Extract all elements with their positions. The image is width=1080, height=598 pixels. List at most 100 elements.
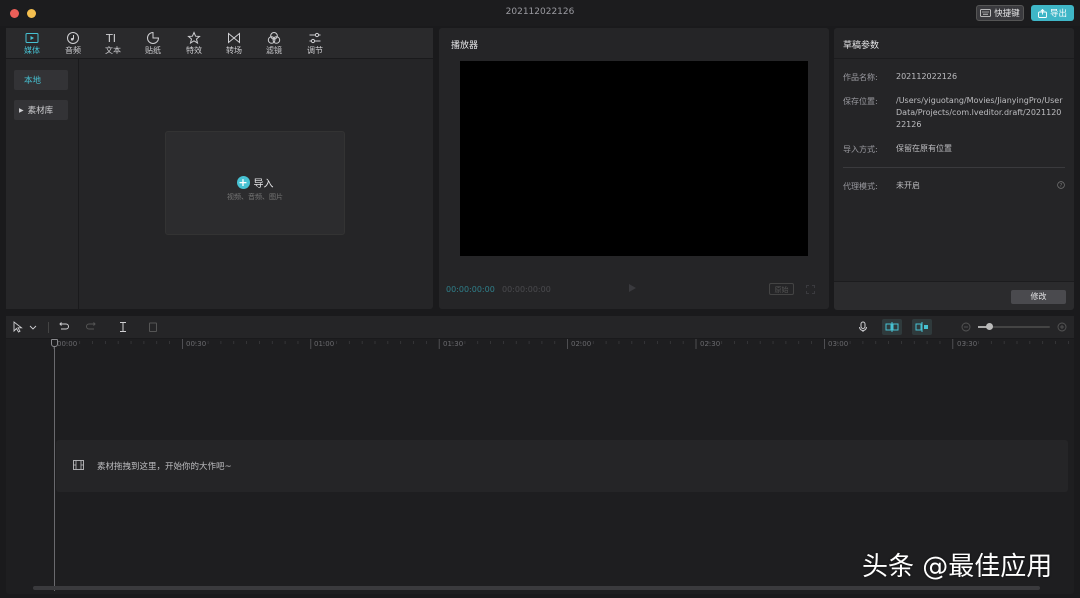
tab-transition-label: 转场 xyxy=(226,46,242,55)
import-title: + 导入 xyxy=(166,175,344,190)
fullscreen-icon[interactable] xyxy=(806,285,815,294)
media-icon xyxy=(25,33,39,43)
zoom-in-icon[interactable] xyxy=(1056,321,1068,333)
magnet-snap-button[interactable] xyxy=(882,319,902,335)
export-icon xyxy=(1038,8,1047,18)
original-ratio-button[interactable]: 原始 xyxy=(769,283,794,295)
split-icon[interactable] xyxy=(117,321,129,333)
play-icon[interactable] xyxy=(627,283,637,293)
tab-filter[interactable]: 滤镜 xyxy=(256,31,292,56)
watermark: 头条 @最佳应用 xyxy=(862,552,1053,582)
zoom-slider-handle[interactable] xyxy=(986,323,993,330)
save-location-line: Data/Projects/com.lveditor.draft/2021120 xyxy=(896,108,1062,117)
tick-label: 02:30 xyxy=(700,340,721,348)
total-time: 00:00:00:00 xyxy=(502,285,551,294)
draft-title: 草稿参数 xyxy=(843,41,880,51)
modify-button[interactable]: 修改 xyxy=(1011,290,1066,304)
import-subtitle: 视频、音频、图片 xyxy=(227,193,283,201)
film-icon xyxy=(73,460,84,470)
plus-icon: + xyxy=(236,176,250,189)
save-location-line: 22126 xyxy=(896,120,922,129)
delete-icon[interactable] xyxy=(147,321,159,333)
sidebar-item-local[interactable]: 本地 xyxy=(14,70,68,90)
tab-adjust-label: 调节 xyxy=(307,46,323,55)
tick-label: 03:30 xyxy=(957,340,978,348)
help-icon[interactable]: ? xyxy=(1057,181,1065,189)
name-value: 202112022126 xyxy=(896,72,958,81)
export-label: 导出 xyxy=(1049,9,1067,19)
playhead-handle[interactable] xyxy=(51,339,58,347)
save-location-value: /Users/yiguotang/Movies/JianyingPro/User… xyxy=(896,95,1063,131)
name-label: 作品名称: xyxy=(843,73,878,82)
drop-hint-text: 素材拖拽到这里，开始你的大作吧~ xyxy=(97,462,232,472)
playhead-line[interactable] xyxy=(54,341,55,591)
export-button[interactable]: 导出 xyxy=(1031,5,1074,21)
proxy-mode-label: 代理模式: xyxy=(843,182,878,191)
tick-label: 00:00 xyxy=(57,340,78,348)
filter-icon xyxy=(267,32,281,44)
current-time: 00:00:00:00 xyxy=(446,285,495,294)
proxy-mode-value: 未开启 xyxy=(896,181,920,190)
tick-label: 01:00 xyxy=(314,340,335,348)
divider xyxy=(843,167,1065,168)
text-icon: TI xyxy=(105,32,116,45)
undo-icon[interactable] xyxy=(57,321,69,333)
shortcut-label: 快捷键 xyxy=(994,9,1020,19)
tab-transition[interactable]: 转场 xyxy=(216,31,252,56)
tab-text[interactable]: TI 文本 xyxy=(95,31,131,56)
svg-text:TI: TI xyxy=(105,32,116,45)
window-title: 202112022126 xyxy=(505,7,575,17)
timeline-toolbar xyxy=(6,316,1074,339)
media-panel: 媒体 音频 TI 文本 贴纸 特效 转场 滤镜 调节 本地 ▶ 素材库 + 导入… xyxy=(6,28,433,309)
link-icon xyxy=(915,322,928,332)
timeline-drop-zone[interactable]: 素材拖拽到这里，开始你的大作吧~ xyxy=(56,440,1068,492)
tab-sticker[interactable]: 贴纸 xyxy=(135,31,171,56)
import-mode-label: 导入方式: xyxy=(843,145,878,154)
snap-icon xyxy=(885,322,899,332)
player-panel: 播放器 00:00:00:00 00:00:00:00 原始 xyxy=(439,28,829,309)
draft-footer: 修改 xyxy=(834,281,1074,310)
divider xyxy=(834,58,1074,59)
tab-media-label: 媒体 xyxy=(24,46,40,55)
adjust-icon xyxy=(309,32,321,44)
tab-adjust[interactable]: 调节 xyxy=(297,31,333,56)
tab-media[interactable]: 媒体 xyxy=(14,31,50,56)
tab-effects[interactable]: 特效 xyxy=(176,31,212,56)
tab-filter-label: 滤镜 xyxy=(266,46,282,55)
sticker-icon xyxy=(147,31,160,44)
keyboard-icon xyxy=(980,9,992,17)
tab-sticker-label: 贴纸 xyxy=(145,46,161,55)
import-label: 导入 xyxy=(253,179,274,190)
tab-audio-label: 音频 xyxy=(65,46,81,55)
draft-params-panel: 草稿参数 作品名称: 202112022126 保存位置: /Users/yig… xyxy=(834,28,1074,310)
player-viewport[interactable] xyxy=(460,61,808,256)
save-location-label: 保存位置: xyxy=(843,97,878,106)
tick-label: 01:30 xyxy=(443,340,464,348)
title-bar: 202112022126 快捷键 导出 xyxy=(0,0,1080,26)
svg-text:?: ? xyxy=(1060,183,1063,189)
linkage-button[interactable] xyxy=(912,319,932,335)
microphone-icon[interactable] xyxy=(857,321,869,333)
media-sidebar: 本地 ▶ 素材库 xyxy=(6,59,79,309)
timeline-ruler[interactable]: 00:00 00:30 01:00 01:30 02:00 02:30 03:0… xyxy=(6,339,1074,351)
import-mode-value: 保留在原有位置 xyxy=(896,144,952,153)
tab-audio[interactable]: 音频 xyxy=(55,31,91,56)
sidebar-item-library[interactable]: ▶ 素材库 xyxy=(14,100,68,120)
redo-icon[interactable] xyxy=(86,321,98,333)
tick-label: 03:00 xyxy=(828,340,849,348)
shortcut-button[interactable]: 快捷键 xyxy=(976,5,1024,21)
select-tool-icon[interactable] xyxy=(12,321,24,333)
sidebar-item-library-label: 素材库 xyxy=(27,106,54,116)
audio-icon xyxy=(67,32,79,44)
import-dropzone[interactable]: + 导入 视频、音频、图片 xyxy=(165,131,345,235)
zoom-out-icon[interactable] xyxy=(960,321,972,333)
tab-text-label: 文本 xyxy=(105,46,121,55)
divider xyxy=(48,322,49,333)
zoom-slider-track[interactable] xyxy=(978,323,1050,330)
media-tabs: 媒体 音频 TI 文本 贴纸 特效 转场 滤镜 调节 xyxy=(6,28,433,59)
ruler-ticks xyxy=(53,339,1069,349)
horizontal-scrollbar[interactable] xyxy=(33,586,1040,590)
chevron-down-icon[interactable] xyxy=(29,321,37,333)
transition-icon xyxy=(228,32,240,44)
caret-right-icon: ▶ xyxy=(19,106,24,114)
